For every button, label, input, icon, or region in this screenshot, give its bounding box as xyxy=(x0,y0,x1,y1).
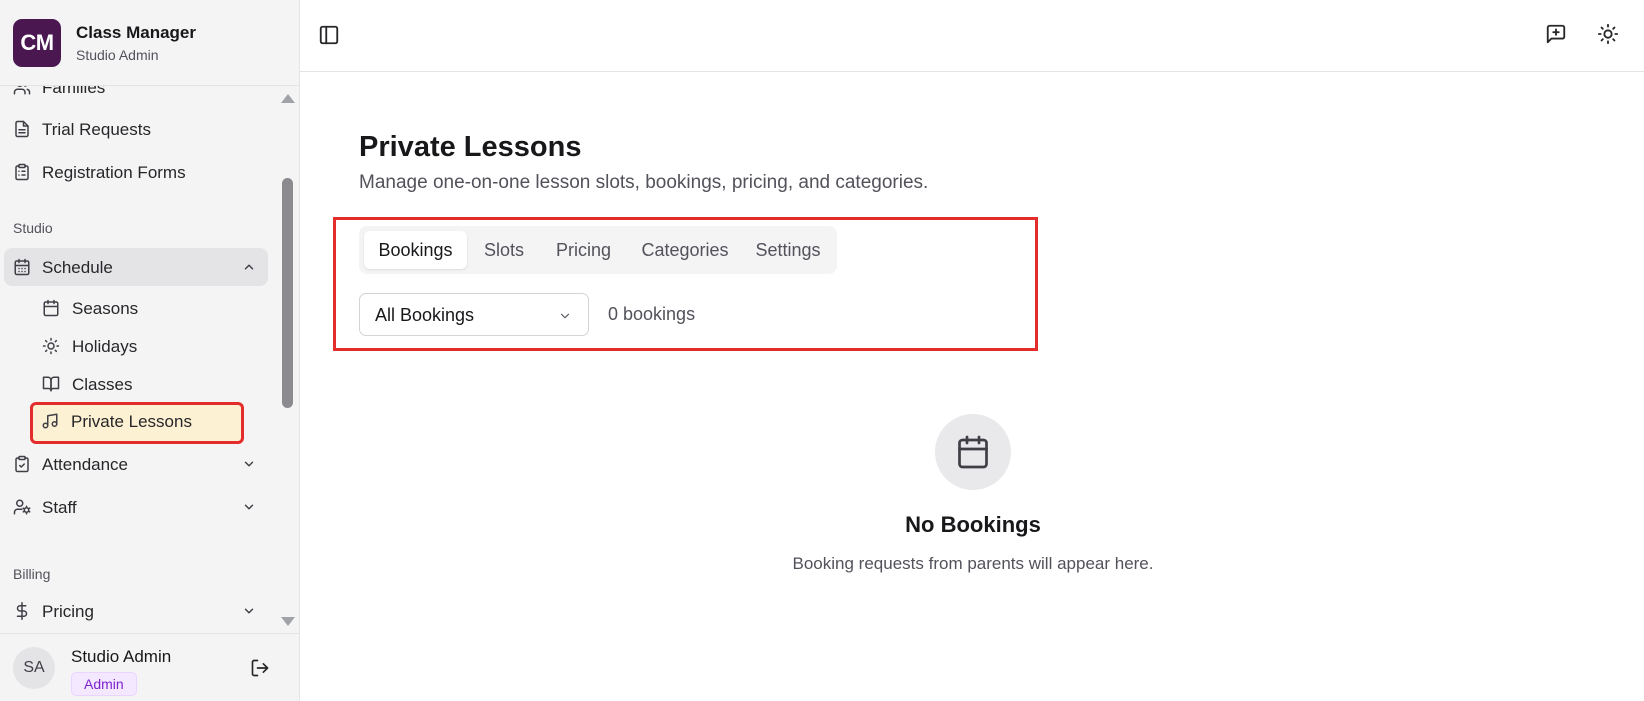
section-label-billing: Billing xyxy=(13,566,51,582)
sun-icon xyxy=(42,337,60,355)
user-cog-icon xyxy=(13,499,31,515)
brand-header[interactable]: CM Class Manager Studio Admin xyxy=(0,0,299,86)
tab-settings[interactable]: Settings xyxy=(744,231,832,269)
sidebar-item-registration-forms[interactable]: Registration Forms xyxy=(4,153,268,191)
avatar[interactable]: SA xyxy=(13,647,55,689)
music-icon xyxy=(42,413,58,429)
sidebar-item-label: Families xyxy=(42,86,106,97)
calendar-icon xyxy=(14,258,30,276)
sidebar-scrollbar[interactable] xyxy=(276,86,299,634)
chevron-up-icon xyxy=(244,264,254,270)
tab-pricing[interactable]: Pricing xyxy=(541,231,626,269)
book-open-icon xyxy=(42,376,60,392)
scroll-up-arrow-icon[interactable] xyxy=(281,94,295,103)
sidebar-item-schedule[interactable]: Schedule xyxy=(4,248,268,286)
sidebar-item-families[interactable]: Families xyxy=(4,86,268,106)
sidebar-item-staff[interactable]: Staff xyxy=(4,488,268,526)
sidebar-subitem-classes[interactable]: Classes xyxy=(32,366,244,402)
tab-bookings[interactable]: Bookings xyxy=(364,231,467,269)
sidebar-item-label: Trial Requests xyxy=(42,120,151,139)
brand-title: Class Manager xyxy=(76,23,196,42)
chevron-down-icon xyxy=(244,504,254,510)
message-plus-icon[interactable] xyxy=(1545,23,1567,45)
sidebar-subitem-label: Classes xyxy=(72,375,133,394)
sidebar-subitem-seasons[interactable]: Seasons xyxy=(32,290,244,326)
chevron-down-icon xyxy=(560,313,570,319)
sun-icon[interactable] xyxy=(1597,23,1619,45)
sidebar-item-label: Attendance xyxy=(42,455,129,474)
top-header xyxy=(300,0,1644,72)
section-label-studio: Studio xyxy=(13,220,53,236)
user-name: Studio Admin xyxy=(71,647,172,666)
bookings-count: 0 bookings xyxy=(608,304,696,324)
sidebar-item-label: Schedule xyxy=(42,258,113,277)
scroll-down-arrow-icon[interactable] xyxy=(281,617,295,626)
sidebar-subitem-holidays[interactable]: Holidays xyxy=(32,328,244,364)
brand-logo: CM xyxy=(13,19,61,67)
chevron-down-icon xyxy=(244,461,254,467)
file-text-icon xyxy=(15,120,29,138)
sidebar-subitem-private-lessons[interactable]: Private Lessons xyxy=(30,402,244,444)
brand-subtitle: Studio Admin xyxy=(76,47,159,63)
select-value: All Bookings xyxy=(375,305,475,325)
sidebar-nav: Families Trial Requests Registration For… xyxy=(0,86,276,634)
tab-categories[interactable]: Categories xyxy=(627,231,743,269)
sidebar-item-label: Registration Forms xyxy=(42,163,186,182)
sidebar-subitem-label: Holidays xyxy=(72,337,138,356)
tab-slots[interactable]: Slots xyxy=(468,231,540,269)
sidebar-item-attendance[interactable]: Attendance xyxy=(4,445,268,483)
role-badge: Admin xyxy=(71,672,137,696)
dollar-sign-icon xyxy=(16,602,28,620)
empty-state-icon-circle xyxy=(935,414,1011,490)
sidebar-item-pricing[interactable]: Pricing xyxy=(4,592,268,630)
empty-state-message: Booking requests from parents will appea… xyxy=(792,554,1154,573)
scrollbar-thumb[interactable] xyxy=(282,178,293,408)
chevron-down-icon xyxy=(244,608,254,614)
page-title: Private Lessons xyxy=(359,131,582,163)
users-icon xyxy=(13,86,31,95)
user-profile: SA Studio Admin Admin xyxy=(0,633,299,701)
sidebar-item-trial-requests[interactable]: Trial Requests xyxy=(4,110,268,148)
empty-state-title: No Bookings xyxy=(905,512,1041,537)
bookings-filter-select[interactable]: All Bookings xyxy=(359,293,589,336)
logout-icon[interactable] xyxy=(250,658,270,678)
page-subtitle: Manage one-on-one lesson slots, bookings… xyxy=(359,172,929,193)
sidebar-subitem-label: Private Lessons xyxy=(71,412,192,431)
clipboard-check-icon xyxy=(15,455,29,473)
sidebar-subitem-label: Seasons xyxy=(72,299,139,318)
panel-left-icon[interactable] xyxy=(318,24,340,46)
clipboard-list-icon xyxy=(15,163,29,181)
calendar-icon xyxy=(43,299,59,317)
sidebar: CM Class Manager Studio Admin Families T… xyxy=(0,0,300,701)
sidebar-item-label: Pricing xyxy=(42,602,94,621)
tab-list: Bookings Slots Pricing Categories Settin… xyxy=(359,226,837,274)
calendar-icon xyxy=(958,435,988,469)
sidebar-item-label: Staff xyxy=(42,498,77,517)
